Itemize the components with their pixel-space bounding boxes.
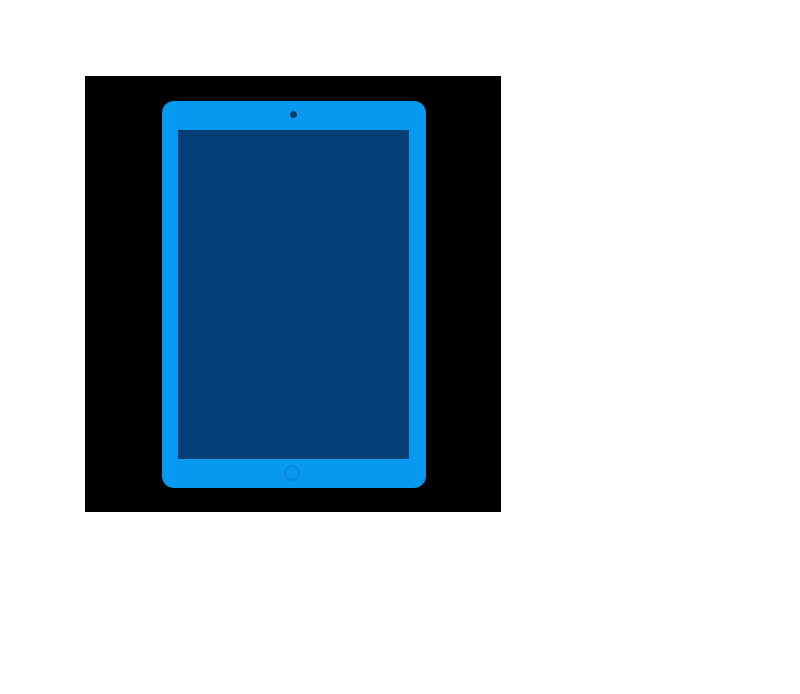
- tablet-screen: [178, 130, 409, 459]
- page: [0, 0, 800, 694]
- home-button-icon: [284, 465, 300, 481]
- tablet-image: [85, 76, 501, 512]
- tablet-icon: [162, 101, 426, 488]
- camera-icon: [290, 111, 297, 118]
